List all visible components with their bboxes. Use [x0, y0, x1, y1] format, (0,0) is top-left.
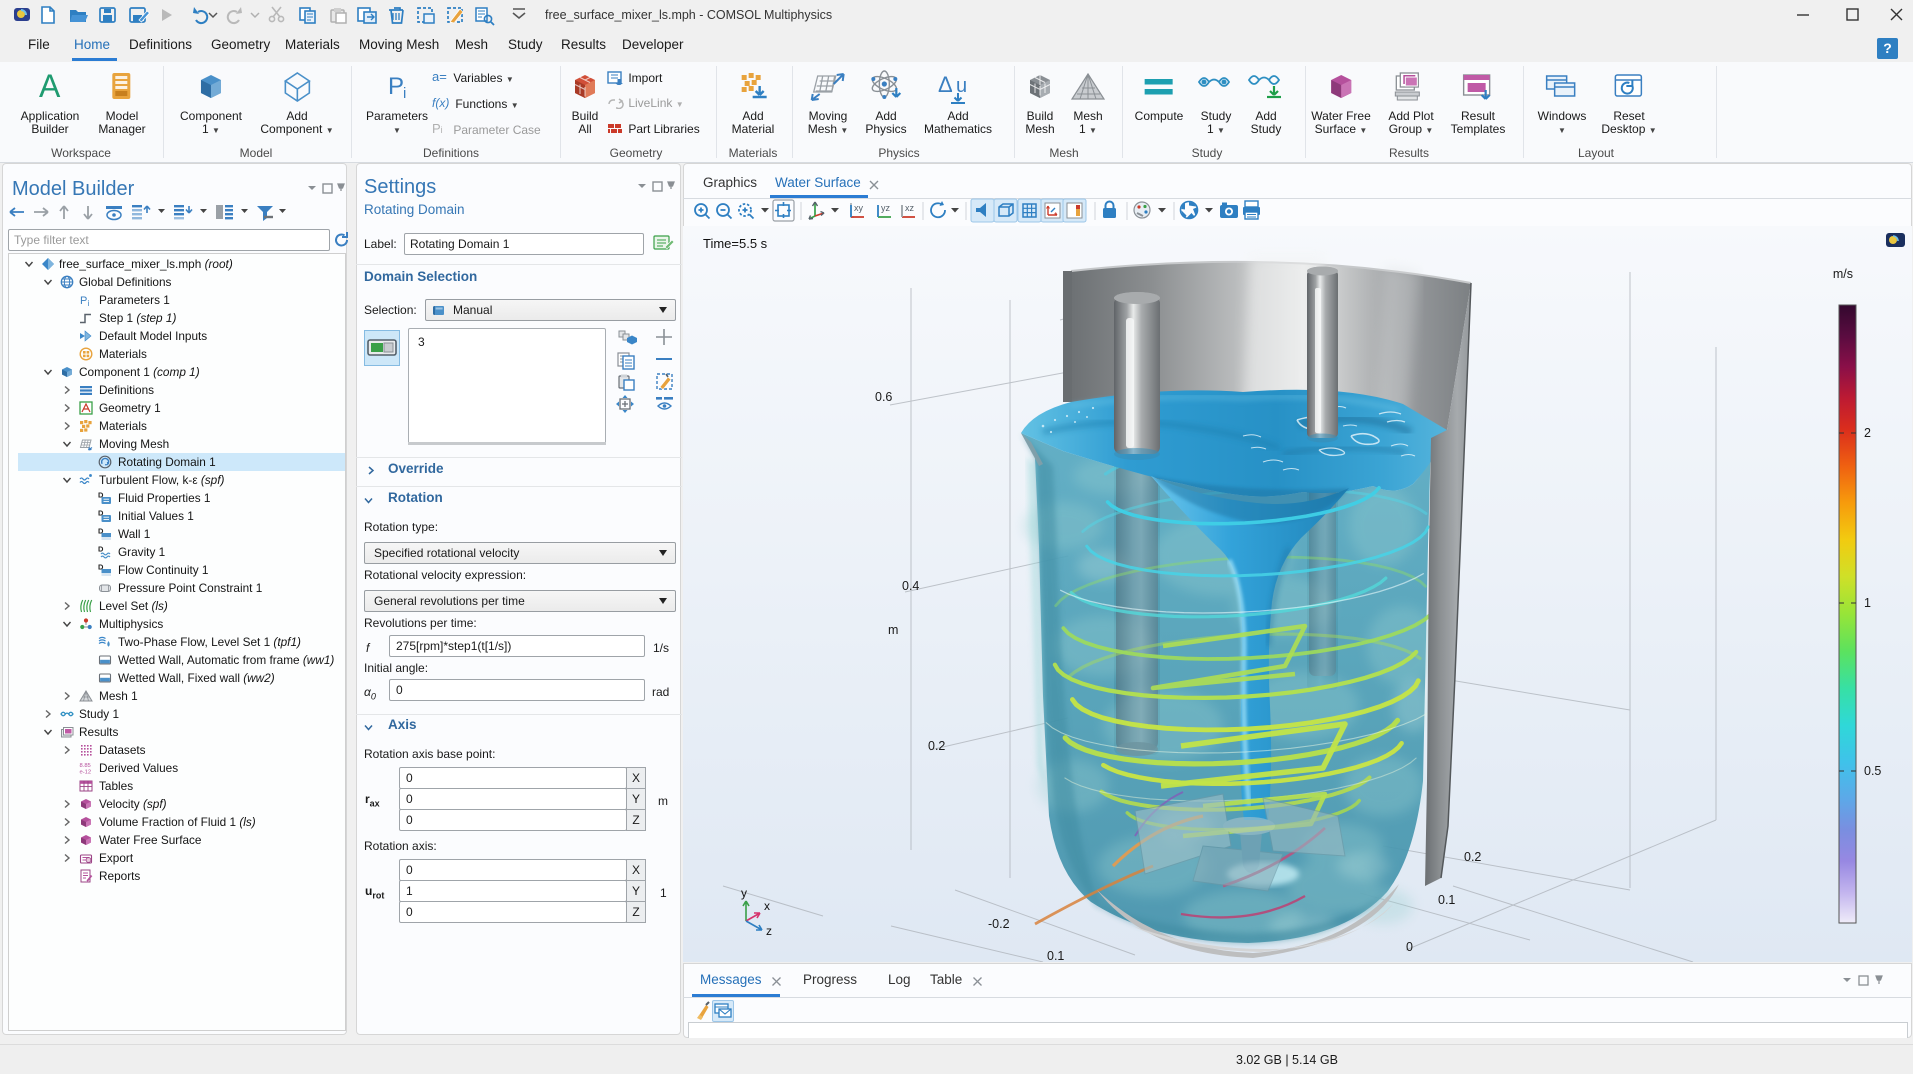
svg-text:x: x	[764, 899, 770, 913]
svg-text:Pi: Pi	[432, 122, 443, 136]
svg-text:e-12: e-12	[80, 770, 92, 776]
svg-text:0.4: 0.4	[902, 579, 919, 593]
svg-text:i: i	[88, 299, 90, 307]
svg-text:P: P	[80, 295, 87, 307]
svg-text:y: y	[741, 886, 747, 900]
svg-text:0.5: 0.5	[1864, 764, 1881, 778]
svg-text:i: i	[403, 85, 406, 102]
svg-text:0.1: 0.1	[1047, 949, 1064, 962]
svg-text:D: D	[98, 545, 104, 554]
svg-text:A: A	[39, 70, 61, 104]
svg-text:a=: a=	[432, 70, 447, 84]
svg-text:yz: yz	[881, 203, 891, 213]
svg-text:xy: xy	[854, 203, 864, 213]
svg-text:0.1: 0.1	[1438, 893, 1455, 907]
svg-text:Δ: Δ	[938, 72, 953, 97]
svg-text:m: m	[888, 623, 898, 637]
svg-text:0.2: 0.2	[1464, 850, 1481, 864]
svg-text:1: 1	[1864, 596, 1871, 610]
svg-text:8.85: 8.85	[80, 763, 91, 769]
svg-text:m/s: m/s	[1833, 267, 1853, 281]
svg-text:-0.2: -0.2	[988, 917, 1010, 931]
svg-text:f(x): f(x)	[432, 96, 449, 110]
svg-text:P: P	[388, 73, 404, 100]
svg-text:0: 0	[1406, 940, 1413, 954]
svg-text:2: 2	[1864, 426, 1871, 440]
svg-text:z: z	[766, 924, 772, 938]
svg-text:0.2: 0.2	[928, 739, 945, 753]
svg-text:xz: xz	[905, 203, 915, 213]
svg-text:0.6: 0.6	[875, 390, 892, 404]
